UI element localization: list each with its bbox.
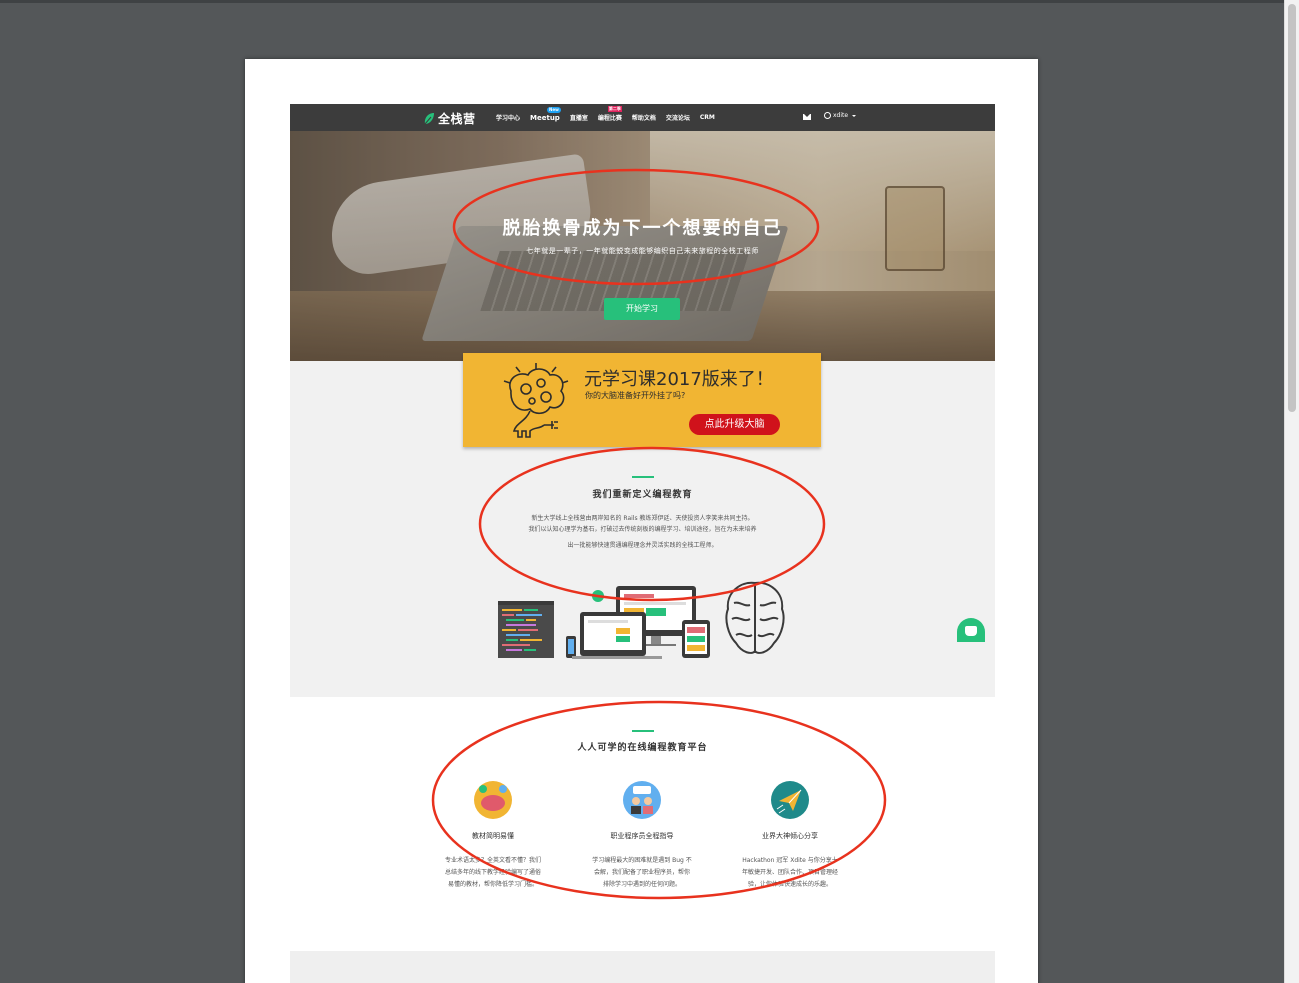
feature-desc-line: 会解，我们配备了职业程序员，帮你 [593,869,690,876]
nav-item-live-room[interactable]: 直播室 [570,113,588,122]
mentors-icon [623,781,661,819]
banner-subtitle: 你的大脑准备好开外挂了吗? [585,391,686,400]
user-menu[interactable]: xdite [824,112,857,119]
season-badge: 第二季 [607,106,622,112]
caret-down-icon [852,114,857,117]
feature-title: 教材简明易懂 [472,832,514,840]
upgrade-brain-button[interactable]: 点此升级大脑 [689,414,780,435]
start-learning-button[interactable]: 开始学习 [604,298,680,320]
feature-title: 职业程序员全程指导 [610,832,674,840]
feature-1: 教材简明易懂 专业术语太多？全英文看不懂？我们 总结多年的线下教学经验编写了通俗… [428,781,558,891]
feature-desc: 学习编程最大的困难就是遇到 Bug 不 会解，我们配备了职业程序员，帮你 排除学… [577,855,707,891]
new-badge: New [547,106,561,113]
brain-gears-icon [503,363,569,438]
hero-title: 脱胎换骨成为下一个想要的自己 [502,218,783,239]
feature-desc-line: 总结多年的线下教学经验编写了通俗 [444,869,541,876]
feature-desc-line: 年敏捷开发、团队合作、项目管理经 [741,869,838,876]
about-line-2: 我们以认知心理学为基石，打破过去传统刻板的编程学习、培训途径，旨在为未来培养 [528,526,757,533]
logo[interactable]: 全栈营 [423,110,476,126]
scrollbar[interactable] [1284,0,1299,983]
nav-item-meetup-label: Meetup [530,113,560,122]
feature-desc-line: 验，让你体验快速成长的乐趣。 [747,881,832,888]
nav-item-forum[interactable]: 交流论坛 [666,113,690,122]
scrollbar-thumb[interactable] [1288,4,1296,412]
nav-item-contest[interactable]: 编程比赛 第二季 [597,106,622,122]
hero-subtitle: 七年就是一辈子，一年就能蜕变成能够编织自己未来旅程的全栈工程师 [526,247,759,255]
feature-2: 职业程序员全程指导 学习编程最大的困难就是遇到 Bug 不 会解，我们配备了职业… [577,781,707,891]
feature-desc-line: 易懂的教材，帮你降低学习门槛。 [447,881,538,888]
section-accent-line [632,730,654,732]
feature-desc: Hackathon 冠军 Xdite 与你分享十 年敏捷开发、团队合作、项目管理… [725,855,855,891]
brain-outline-illustration [725,581,785,654]
nav-item-contest-label: 编程比赛 [597,115,622,122]
banner-title: 元学习课2017版来了！ [584,369,774,390]
feature-title: 业界大神倾心分享 [762,832,818,840]
window-top-strip [0,0,1299,3]
feature-desc: 专业术语太多？全英文看不懂？我们 总结多年的线下教学经验编写了通俗 易懂的教材，… [428,855,558,891]
promo-banner[interactable]: 元学习课2017版来了！ 你的大脑准备好开外挂了吗? 点此升级大脑 [463,353,821,447]
devices-illustration [566,586,710,659]
brain-question-icon [474,781,512,819]
platform-title: 人人可学的在线编程教育平台 [577,743,708,753]
feature-3: 业界大神倾心分享 Hackathon 冠军 Xdite 与你分享十 年敏捷开发、… [725,781,855,891]
feature-desc-line: 专业术语太多？全英文看不懂？我们 [444,857,541,864]
code-editor-illustration [498,601,554,658]
about-line-3: 出一批能够快速贯通编程理念并灵活实践的全栈工程师。 [567,542,718,549]
next-section [290,951,995,983]
paper-plane-icon [771,781,809,819]
hero-section: 脱胎换骨成为下一个想要的自己 七年就是一辈子，一年就能蜕变成能够编织自己未来旅程… [290,131,995,361]
section-accent-line [632,476,654,478]
leaf-logo-icon [424,112,434,124]
nav-item-help-docs[interactable]: 帮助文档 [632,113,656,122]
nav-item-learning-center[interactable]: 学习中心 [496,113,520,122]
website: 全栈营 学习中心 Meetup New 直播室 编程比赛 第二季 帮助文档 交流… [290,104,995,983]
user-icon [824,112,831,119]
nav-menu: 学习中心 Meetup New 直播室 编程比赛 第二季 帮助文档 交流论坛 C… [496,104,725,131]
logo-text: 全栈营 [438,111,476,126]
top-navbar: 全栈营 学习中心 Meetup New 直播室 编程比赛 第二季 帮助文档 交流… [290,104,995,131]
nav-item-meetup[interactable]: Meetup New [530,106,561,122]
feature-desc-line: Hackathon 冠军 Xdite 与你分享十 [742,857,838,864]
username: xdite [833,112,849,119]
mail-icon[interactable] [803,114,811,120]
chat-support-icon[interactable] [957,618,985,642]
nav-item-crm[interactable]: CRM [700,114,715,121]
about-title: 我们重新定义编程教育 [592,490,693,500]
feature-desc-line: 学习编程最大的困难就是遇到 Bug 不 [592,857,692,864]
feature-desc-line: 排除学习中遇到的任何问题。 [602,881,681,888]
